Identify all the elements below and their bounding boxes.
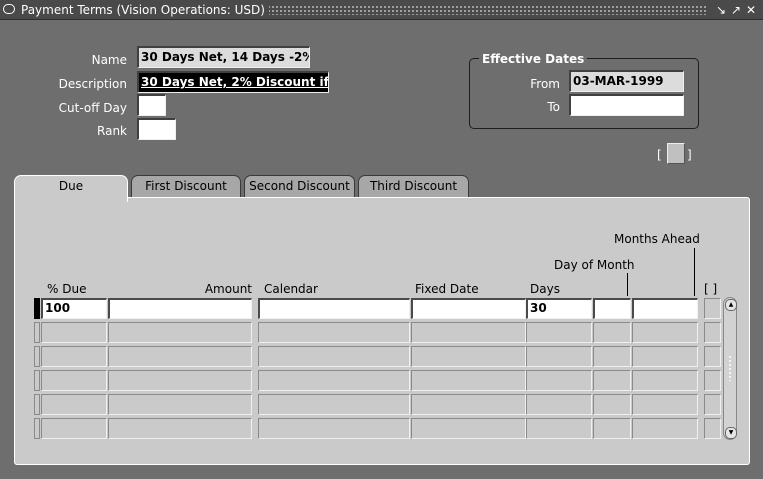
- cell-flexfield[interactable]: [704, 322, 721, 343]
- to-label: To: [547, 100, 560, 114]
- row-indicator[interactable]: [34, 394, 40, 415]
- months-ahead-leader-line: [694, 248, 695, 296]
- cell-day-of-month[interactable]: [593, 298, 631, 319]
- cell-day-of-month[interactable]: [593, 322, 631, 343]
- cell-calendar[interactable]: [258, 346, 410, 367]
- tab-first-discount[interactable]: First Discount: [131, 175, 241, 197]
- window-icon[interactable]: [3, 4, 15, 14]
- cell-flexfield[interactable]: [704, 346, 721, 367]
- cell-amount[interactable]: [108, 394, 252, 415]
- row-indicator[interactable]: [34, 418, 40, 439]
- header-day-of-month: Day of Month: [554, 258, 635, 272]
- flexfield-button[interactable]: [667, 143, 685, 164]
- header-months-ahead: Months Ahead: [614, 232, 700, 246]
- scroll-down-icon[interactable]: ▼: [725, 427, 737, 439]
- from-date-field[interactable]: 03-MAR-1999: [569, 70, 684, 92]
- cell-day-of-month[interactable]: [593, 346, 631, 367]
- cell-pct-due[interactable]: [41, 346, 107, 367]
- tab-third-discount[interactable]: Third Discount: [358, 175, 469, 197]
- row-indicator[interactable]: [34, 298, 40, 319]
- cell-months-ahead[interactable]: [632, 394, 698, 415]
- cell-fixed-date[interactable]: [411, 418, 526, 439]
- cell-amount[interactable]: [108, 370, 252, 391]
- header-pct-due: % Due: [47, 282, 87, 296]
- description-label: Description: [58, 77, 127, 91]
- tab-due[interactable]: Due: [14, 175, 128, 202]
- cell-amount[interactable]: [108, 418, 252, 439]
- cell-calendar[interactable]: [258, 298, 410, 319]
- cell-fixed-date[interactable]: [411, 322, 526, 343]
- cell-day-of-month[interactable]: [593, 370, 631, 391]
- cell-fixed-date[interactable]: [411, 370, 526, 391]
- cell-calendar[interactable]: [258, 418, 410, 439]
- cell-months-ahead[interactable]: [632, 346, 698, 367]
- cell-months-ahead[interactable]: [632, 370, 698, 391]
- header-fixed-date: Fixed Date: [415, 282, 479, 296]
- header-calendar: Calendar: [264, 282, 318, 296]
- minimize-icon[interactable]: ↘: [716, 3, 726, 17]
- window-title-bar[interactable]: Payment Terms (Vision Operations: USD) ↘…: [0, 0, 763, 20]
- cell-fixed-date[interactable]: [411, 298, 526, 319]
- scrollbar-grip[interactable]: [728, 355, 732, 381]
- cell-days[interactable]: [526, 322, 592, 343]
- cutoff-day-field[interactable]: [137, 94, 166, 116]
- cell-days[interactable]: [526, 394, 592, 415]
- header-flexfield: [ ]: [704, 282, 718, 296]
- cell-months-ahead[interactable]: [632, 322, 698, 343]
- cell-flexfield[interactable]: [704, 418, 721, 439]
- cell-days[interactable]: [526, 370, 592, 391]
- cell-fixed-date[interactable]: [411, 394, 526, 415]
- tab-second-discount[interactable]: Second Discount: [244, 175, 355, 197]
- name-field[interactable]: 30 Days Net, 14 Days -2%: [137, 46, 310, 68]
- cell-day-of-month[interactable]: [593, 394, 631, 415]
- cell-flexfield[interactable]: [704, 394, 721, 415]
- cell-calendar[interactable]: [258, 370, 410, 391]
- rank-label: Rank: [97, 124, 127, 138]
- window-title: Payment Terms (Vision Operations: USD): [21, 3, 269, 17]
- cell-pct-due[interactable]: 100: [41, 298, 107, 319]
- cell-days[interactable]: 30: [526, 298, 592, 319]
- row-indicator[interactable]: [34, 322, 40, 343]
- cell-fixed-date[interactable]: [411, 346, 526, 367]
- title-bar-pattern: [255, 5, 707, 15]
- row-indicator[interactable]: [34, 346, 40, 367]
- cell-flexfield[interactable]: [704, 298, 721, 319]
- flexfield-open-bracket: [: [657, 148, 662, 162]
- cell-days[interactable]: [526, 418, 592, 439]
- name-label: Name: [91, 53, 127, 67]
- maximize-icon[interactable]: ↗: [731, 3, 741, 17]
- row-indicator[interactable]: [34, 370, 40, 391]
- scroll-up-icon[interactable]: ▲: [725, 299, 737, 311]
- day-of-month-leader-line: [627, 273, 628, 296]
- cell-months-ahead[interactable]: [632, 418, 698, 439]
- close-icon[interactable]: ✕: [746, 3, 756, 17]
- cutoff-day-label: Cut-off Day: [58, 101, 127, 115]
- from-label: From: [530, 77, 560, 91]
- header-amount: Amount: [204, 282, 252, 296]
- cell-days[interactable]: [526, 346, 592, 367]
- cell-amount[interactable]: [108, 322, 252, 343]
- cell-pct-due[interactable]: [41, 370, 107, 391]
- cell-amount[interactable]: [108, 346, 252, 367]
- cell-calendar[interactable]: [258, 322, 410, 343]
- description-field[interactable]: 30 Days Net, 2% Discount if pa: [137, 71, 329, 93]
- cell-day-of-month[interactable]: [593, 418, 631, 439]
- cell-amount[interactable]: [108, 298, 252, 319]
- header-days: Days: [530, 282, 560, 296]
- cell-flexfield[interactable]: [704, 370, 721, 391]
- flexfield-close-bracket: ]: [687, 148, 692, 162]
- cell-calendar[interactable]: [258, 394, 410, 415]
- effective-dates-title: Effective Dates: [479, 52, 588, 66]
- rank-field[interactable]: [137, 118, 176, 140]
- cell-pct-due[interactable]: [41, 418, 107, 439]
- to-date-field[interactable]: [569, 94, 684, 116]
- cell-pct-due[interactable]: [41, 394, 107, 415]
- cell-pct-due[interactable]: [41, 322, 107, 343]
- grid-scrollbar[interactable]: ▲ ▼: [723, 297, 737, 440]
- cell-months-ahead[interactable]: [632, 298, 698, 319]
